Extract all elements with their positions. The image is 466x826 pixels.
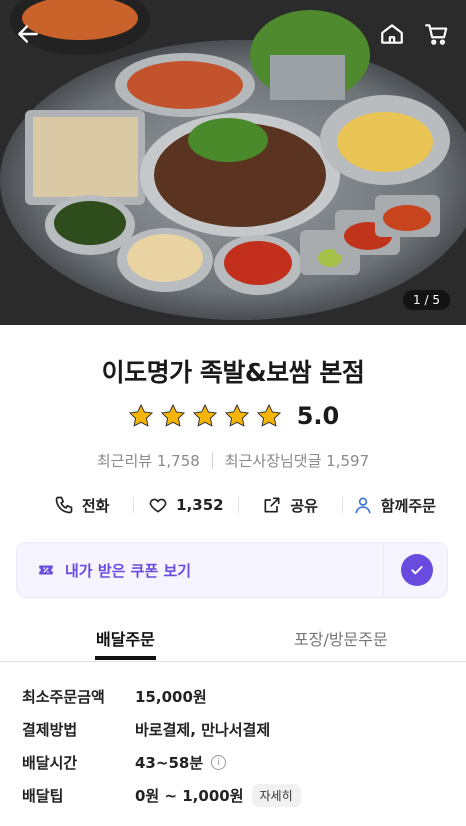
share-label: 공유 — [290, 496, 318, 515]
image-counter: 1 / 5 — [403, 290, 450, 310]
tip-detail-button[interactable]: 자세히 — [251, 784, 301, 807]
coupon-check-button[interactable] — [401, 554, 433, 586]
coupon-banner[interactable]: 내가 받은 쿠폰 보기 — [16, 542, 448, 598]
like-button[interactable]: 1,352 — [134, 495, 237, 515]
info-label: 결제방법 — [22, 721, 78, 739]
action-bar: 전화 1,352 공유 함께주문 — [30, 490, 446, 520]
call-label: 전화 — [81, 496, 110, 515]
star-icon — [192, 403, 217, 427]
call-button[interactable]: 전화 — [30, 495, 133, 516]
info-value: 15,000원 — [135, 688, 207, 706]
store-photo[interactable]: 1 / 5 — [0, 0, 466, 325]
coupon-label: 내가 받은 쿠폰 보기 — [65, 561, 192, 580]
star-icon — [160, 403, 185, 427]
cart-icon — [425, 24, 448, 45]
info-row-delivery-tip: 배달팁 0원 ~ 1,000원 자세히 — [22, 779, 452, 812]
back-arrow-icon — [18, 25, 38, 43]
share-button[interactable]: 공유 — [239, 495, 342, 516]
info-icon[interactable]: i — [211, 755, 227, 770]
info-value: 바로결제, 만나서결제 — [135, 721, 271, 739]
info-value-wrap: 0원 ~ 1,000원 자세히 — [135, 784, 301, 807]
review-stats: 최근리뷰 1,758 최근사장님댓글 1,597 — [0, 450, 466, 471]
rating-value: 5.0 — [296, 402, 340, 430]
check-icon — [411, 566, 423, 575]
coupon-link[interactable]: 내가 받은 쿠폰 보기 — [37, 543, 191, 597]
info-label: 최소주문금액 — [22, 688, 105, 706]
order-type-tabs: 배달주문 포장/방문주문 — [0, 618, 466, 662]
info-row-payment: 결제방법 바로결제, 만나서결제 — [22, 713, 452, 746]
heart-icon — [149, 498, 167, 513]
tab-delivery[interactable]: 배달주문 — [95, 626, 156, 660]
group-order-label: 함께주문 — [380, 496, 436, 515]
home-icon — [381, 24, 403, 44]
recent-reviews-link[interactable]: 최근리뷰 1,758 — [97, 450, 200, 471]
home-button[interactable] — [376, 18, 408, 50]
group-order-button[interactable]: 함께주문 — [343, 495, 446, 516]
tab-pickup[interactable]: 포장/방문주문 — [294, 626, 388, 650]
active-tab-indicator — [95, 656, 156, 660]
like-count: 1,352 — [176, 496, 224, 514]
tab-label: 배달주문 — [96, 630, 155, 649]
divider — [383, 543, 384, 597]
delivery-info: 최소주문금액 15,000원 결제방법 바로결제, 만나서결제 배달시간 43~… — [22, 680, 452, 812]
owner-replies-link[interactable]: 최근사장님댓글 1,597 — [225, 450, 369, 471]
star-icon — [224, 403, 249, 427]
info-label: 배달팁 — [22, 787, 64, 805]
info-row-min-order: 최소주문금액 15,000원 — [22, 680, 452, 713]
store-name: 이도명가 족발&보쌈 본점 — [101, 358, 365, 387]
phone-icon — [55, 496, 73, 514]
coupon-icon — [39, 565, 53, 575]
star-icon — [256, 403, 281, 427]
back-button[interactable] — [12, 18, 44, 50]
divider — [211, 452, 213, 469]
cart-button[interactable] — [421, 18, 453, 50]
info-row-delivery-time: 배달시간 43~58분 i — [22, 746, 452, 779]
tab-label: 포장/방문주문 — [294, 630, 388, 649]
info-value: 43~58분 — [135, 754, 204, 772]
person-icon — [355, 497, 371, 514]
star-icon — [128, 403, 153, 427]
rating-row: 5.0 — [0, 402, 466, 430]
info-label: 배달시간 — [22, 754, 78, 772]
share-icon — [264, 497, 280, 513]
info-value: 0원 ~ 1,000원 — [135, 787, 244, 805]
info-value-wrap: 43~58분 i — [135, 752, 227, 773]
